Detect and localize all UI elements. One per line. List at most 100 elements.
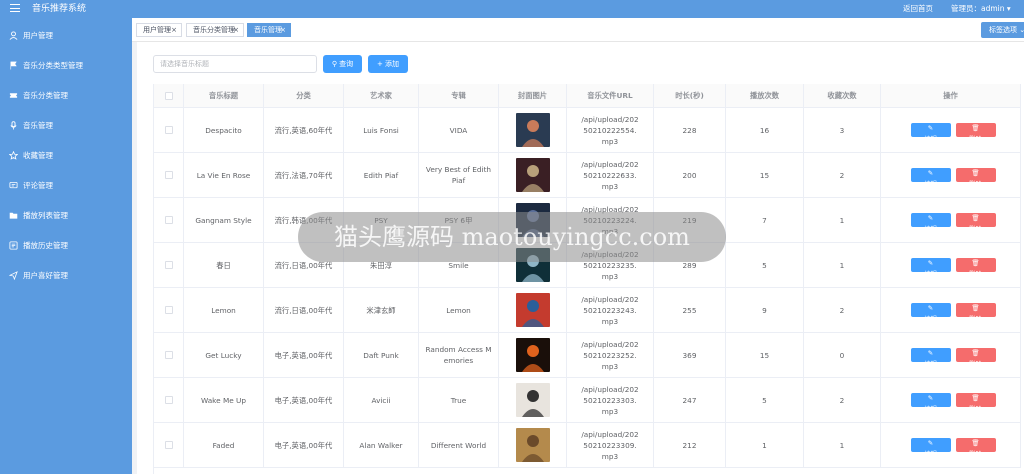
- edit-button[interactable]: ✎ 编辑: [910, 348, 951, 368]
- close-icon[interactable]: ×: [280, 24, 286, 36]
- delete-button[interactable]: 🗑 删除: [955, 348, 996, 368]
- row-checkbox[interactable]: [164, 306, 173, 314]
- sidebar-item-music[interactable]: 音乐管理: [0, 114, 132, 138]
- url-text: /api/upload/20250210222633.mp3: [581, 159, 639, 191]
- add-button[interactable]: + 添加: [368, 55, 408, 73]
- row-checkbox[interactable]: [164, 216, 173, 224]
- sidebar-item-music-category[interactable]: 音乐分类管理: [0, 84, 132, 108]
- favorites-cell: 3: [804, 108, 881, 152]
- sidebar: 用户管理 音乐分类类型管理 音乐分类管理 音乐管理 收藏管理 评论管理 播放列表…: [0, 18, 132, 474]
- select-all-checkbox[interactable]: [164, 91, 173, 100]
- row-actions: ✎ 编辑 🗑 删除: [910, 258, 996, 278]
- url-cell: /api/upload/20250210222633.mp3: [567, 153, 654, 197]
- artist-cell: Luis Fonsi: [344, 108, 419, 152]
- music-table: 音乐标题 分类 艺术家 专辑 封面图片 音乐文件URL 时长(秒) 播放次数 收…: [153, 84, 1021, 474]
- top-header: 音乐推荐系统 返回首页 管理员：admin ▾: [0, 0, 1024, 18]
- title-text: Gangnam Style: [195, 215, 252, 225]
- url-cell: /api/upload/20250210222554.mp3: [567, 108, 654, 152]
- actions-cell: ✎ 编辑 🗑 删除: [881, 243, 1021, 287]
- title-text: Lemon: [211, 305, 236, 315]
- delete-button[interactable]: 🗑 删除: [955, 213, 996, 233]
- user-icon: [9, 31, 18, 40]
- actions-cell: ✎ 编辑 🗑 删除: [881, 378, 1021, 422]
- duration-text: 228: [682, 125, 697, 135]
- edit-button[interactable]: ✎ 编辑: [910, 438, 951, 458]
- column-header: 音乐标题: [184, 84, 264, 107]
- plays-text: 7: [762, 215, 767, 225]
- menu-toggle-icon[interactable]: [10, 4, 20, 14]
- search-input[interactable]: [153, 55, 317, 73]
- favorites-text: 0: [839, 350, 845, 360]
- close-icon[interactable]: ×: [233, 24, 239, 36]
- category-cell: 流行,英语,60年代: [264, 108, 344, 152]
- row-checkbox[interactable]: [164, 396, 173, 404]
- sidebar-item-comments[interactable]: 评论管理: [0, 174, 132, 198]
- send-icon: [9, 271, 18, 280]
- edit-icon: ✎: [927, 259, 934, 267]
- title-cell: Faded: [184, 423, 264, 467]
- admin-dropdown[interactable]: 管理员：admin ▾: [951, 4, 1011, 14]
- sidebar-item-play-history[interactable]: 播放历史管理: [0, 234, 132, 258]
- delete-button[interactable]: 🗑 删除: [955, 303, 996, 323]
- tab-options-dropdown[interactable]: 标签选项 ⌄: [981, 22, 1024, 38]
- artist-cell: 米津玄師: [344, 288, 419, 332]
- artist-cell: Edith Piaf: [344, 153, 419, 197]
- actions-cell: ✎ 编辑 🗑 删除: [881, 333, 1021, 377]
- delete-button[interactable]: 🗑 删除: [955, 393, 996, 413]
- plays-cell: 15: [726, 153, 804, 197]
- delete-button[interactable]: 🗑 删除: [955, 258, 996, 278]
- favorites-text: 1: [839, 260, 845, 270]
- select-cell: [154, 108, 184, 152]
- edit-button[interactable]: ✎ 编辑: [910, 258, 951, 278]
- edit-icon: ✎: [927, 349, 934, 357]
- edit-button[interactable]: ✎ 编辑: [910, 123, 951, 143]
- edit-icon: ✎: [927, 439, 934, 447]
- delete-button[interactable]: 🗑 删除: [955, 438, 996, 458]
- row-checkbox[interactable]: [164, 126, 173, 134]
- artist-text: Edith Piaf: [363, 170, 399, 180]
- cover-cell: [499, 378, 567, 422]
- column-header: 封面图片: [499, 84, 567, 107]
- sidebar-item-label: 播放列表管理: [23, 211, 68, 220]
- trash-icon: 🗑: [971, 259, 980, 267]
- favorites-text: 1: [839, 440, 845, 450]
- edit-button[interactable]: ✎ 编辑: [910, 303, 951, 323]
- row-checkbox[interactable]: [164, 261, 173, 269]
- plays-text: 15: [759, 350, 770, 360]
- title-cell: Get Lucky: [184, 333, 264, 377]
- category-text: 电子,英语,00年代: [274, 440, 333, 450]
- delete-button[interactable]: 🗑 删除: [955, 168, 996, 188]
- plays-cell: 5: [726, 243, 804, 287]
- artist-text: Luis Fonsi: [363, 125, 399, 135]
- row-checkbox[interactable]: [164, 171, 173, 179]
- tab-user-management[interactable]: 用户管理 ×: [136, 23, 182, 37]
- delete-button[interactable]: 🗑 删除: [955, 123, 996, 143]
- row-checkbox[interactable]: [164, 441, 173, 449]
- sidebar-item-user-preferences[interactable]: 用户喜好管理: [0, 264, 132, 288]
- artist-text: Avicii: [371, 395, 391, 405]
- home-link[interactable]: 返回首页: [903, 4, 933, 14]
- duration-text: 212: [682, 440, 697, 450]
- edit-button[interactable]: ✎ 编辑: [910, 168, 951, 188]
- select-cell: [154, 333, 184, 377]
- sidebar-item-users[interactable]: 用户管理: [0, 24, 132, 48]
- query-button[interactable]: ⚲ 查询: [323, 55, 362, 73]
- url-cell: /api/upload/20250210223252.mp3: [567, 333, 654, 377]
- actions-cell: ✎ 编辑 🗑 删除: [881, 108, 1021, 152]
- edit-button[interactable]: ✎ 编辑: [910, 213, 951, 233]
- album-cell: Random Access Memories: [419, 333, 499, 377]
- category-cell: 流行,日语,00年代: [264, 288, 344, 332]
- close-icon[interactable]: ×: [171, 24, 177, 36]
- column-header: 时长(秒): [654, 84, 726, 107]
- album-cell: Different World: [419, 423, 499, 467]
- actions-cell: ✎ 编辑 🗑 删除: [881, 198, 1021, 242]
- sidebar-item-label: 用户喜好管理: [23, 271, 68, 280]
- sidebar-item-favorites[interactable]: 收藏管理: [0, 144, 132, 168]
- cover-image: [515, 338, 550, 372]
- tab-music-management[interactable]: 音乐管理 ×: [247, 23, 291, 37]
- edit-button[interactable]: ✎ 编辑: [910, 393, 951, 413]
- sidebar-item-music-category-type[interactable]: 音乐分类类型管理: [0, 54, 132, 78]
- sidebar-item-playlists[interactable]: 播放列表管理: [0, 204, 132, 228]
- tab-music-category-management[interactable]: 音乐分类管理 ×: [186, 23, 244, 37]
- row-checkbox[interactable]: [164, 351, 173, 359]
